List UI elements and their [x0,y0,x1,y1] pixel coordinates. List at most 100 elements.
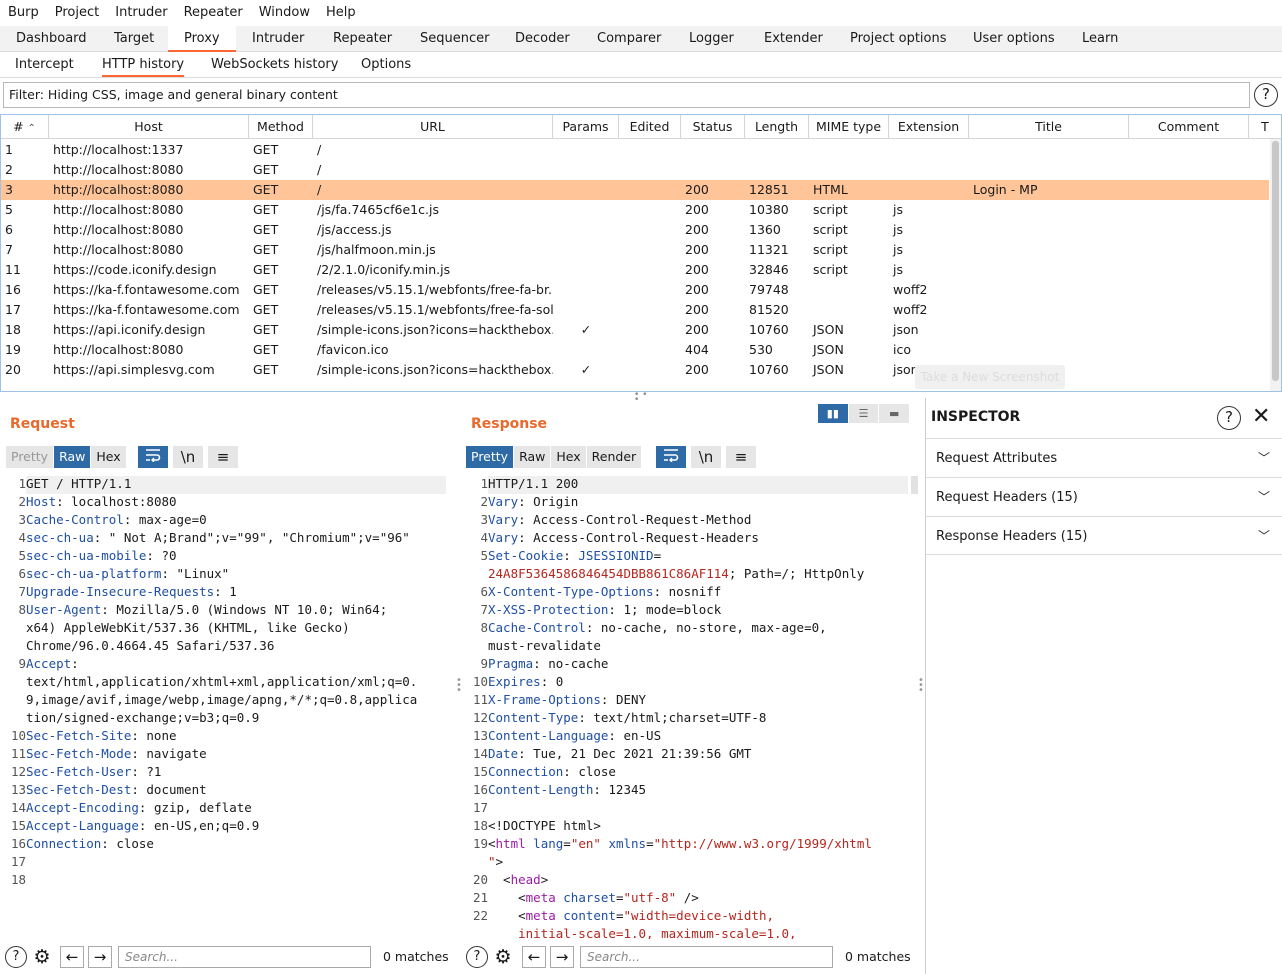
col-mime-type[interactable]: MIME type [809,115,889,139]
request-settings-gear-icon[interactable]: ⚙ [31,946,53,968]
col-host[interactable]: Host [49,115,249,139]
request-raw-button[interactable]: Raw [54,446,92,468]
table-row[interactable]: 6 http://localhost:8080 GET/js/access.js 20… [1,220,1269,240]
request-wrap-icon[interactable] [138,446,168,468]
menu-project[interactable]: Project [47,0,107,26]
tab-sequencer[interactable]: Sequencer [418,26,491,51]
inspector-help-icon[interactable]: ? [1217,406,1241,430]
request-search-next-icon[interactable]: → [88,946,112,968]
response-render-button[interactable]: Render [586,446,643,468]
response-newline-icon[interactable]: \n [691,446,721,468]
layout-single-icon[interactable]: ▬ [879,404,910,423]
response-scrollbar[interactable] [911,476,918,494]
response-line-number: 6 [480,584,488,599]
pane-divider-handle[interactable]: • • • [456,676,462,696]
menu-repeater[interactable]: Repeater [176,0,251,26]
request-search-input[interactable]: Search... [118,946,371,968]
tab-proxy[interactable]: Proxy [168,26,236,52]
request-line-number: 12 [10,764,26,779]
inspector-close-icon[interactable]: ✕ [1252,404,1270,429]
table-row[interactable]: 3 http://localhost:8080 GET / 200 12851 HTML Lo… [1,180,1269,200]
request-code-line: Sec-Fetch-User: ?1 [26,764,162,779]
table-row[interactable]: 1 http://localhost:1337 GET / [1,140,1269,160]
tab-options[interactable]: Options [361,52,411,77]
request-help-icon[interactable]: ? [5,946,27,968]
response-search-input[interactable]: Search... [580,946,833,968]
tab-intruder[interactable]: Intruder [250,26,306,51]
response-menu-icon[interactable]: ≡ [726,446,756,468]
inspector-request-headers[interactable]: Request Headers (15) ﹀ [926,477,1282,516]
response-help-icon[interactable]: ? [466,946,488,968]
menu-intruder[interactable]: Intruder [107,0,175,26]
col-status[interactable]: Status [681,115,745,139]
request-search-prev-icon[interactable]: ← [60,946,84,968]
tab-user-options[interactable]: User options [971,26,1057,51]
response-settings-gear-icon[interactable]: ⚙ [492,946,514,968]
cell-comment [1129,180,1249,200]
request-title: Request [10,416,75,432]
col-extension[interactable]: Extension [889,115,969,139]
tab-repeater[interactable]: Repeater [331,26,394,51]
response-line-number: 9 [480,656,488,671]
tab-learn[interactable]: Learn [1080,26,1120,51]
response-pretty-button[interactable]: Pretty [466,446,515,468]
tab-project-options[interactable]: Project options [848,26,949,51]
response-editor[interactable]: 1 HTTP/1.1 200 2 Vary: Origin 3 Vary: Access-… [468,476,910,939]
col-url[interactable]: URL [313,115,553,139]
tab-decoder[interactable]: Decoder [513,26,572,51]
request-newline-icon[interactable]: \n [173,446,203,468]
table-row[interactable]: 20 https://api.simplesvg.com GET/simple-ic… [1,360,1269,380]
response-wrap-icon[interactable] [656,446,686,468]
tab-target[interactable]: Target [112,26,156,51]
col-title[interactable]: Title [969,115,1129,139]
request-code-line: sec-ch-ua-mobile: ?0 [26,548,177,563]
table-scrollbar[interactable] [1270,139,1281,391]
response-raw-button[interactable]: Raw [514,446,552,468]
tab-dashboard[interactable]: Dashboard [14,26,89,51]
tab-http-history[interactable]: HTTP history [102,52,185,77]
table-row[interactable]: 5 http://localhost:8080 GET/js/fa.7465cf6e… [1,200,1269,220]
filter-help-icon[interactable]: ? [1254,83,1278,107]
table-row[interactable]: 18 https://api.iconify.design GET/simple-i… [1,320,1269,340]
inspector-response-headers[interactable]: Response Headers (15) ﹀ [926,516,1282,555]
tab-comparer[interactable]: Comparer [595,26,663,51]
response-hex-button[interactable]: Hex [551,446,587,468]
col-params[interactable]: Params [553,115,619,139]
request-pretty-button[interactable]: Pretty [6,446,55,468]
col-edited[interactable]: Edited [619,115,681,139]
tab-intercept[interactable]: Intercept [15,52,74,77]
tab-extender[interactable]: Extender [762,26,825,51]
layout-stacked-icon[interactable]: ☰ [848,404,879,423]
pane-splitter-handle[interactable]: • • • [634,391,648,405]
request-code-line: Upgrade-Insecure-Requests: 1 [26,584,237,599]
http-history-table[interactable]: # ⌃ Host Method URL Params Edited Status… [0,114,1282,392]
tab-websockets-history[interactable]: WebSockets history [211,52,338,77]
cell-num: 5 [5,202,13,217]
col-number[interactable]: # ⌃ [1,115,49,139]
col-length[interactable]: Length [745,115,809,139]
request-hex-button[interactable]: Hex [91,446,127,468]
table-row[interactable]: 11 https://code.iconify.design GET/2/2.1.0… [1,260,1269,280]
inspector-divider-handle[interactable]: • • • [918,676,924,696]
col-time[interactable]: T [1249,115,1281,139]
menu-burp[interactable]: Burp [0,0,47,26]
table-row[interactable]: 7 http://localhost:8080 GET/js/halfmoon.mi… [1,240,1269,260]
table-row[interactable]: 2 http://localhost:8080 GET / [1,160,1269,180]
response-search-prev-icon[interactable]: ← [522,946,546,968]
response-search-next-icon[interactable]: → [550,946,574,968]
menu-help[interactable]: Help [318,0,364,26]
request-editor[interactable]: 1 GET / HTTP/1.1 2 Host: localhost:8080 3 Cac… [6,476,448,939]
inspector-request-attributes[interactable]: Request Attributes ﹀ [926,438,1282,477]
filter-bar[interactable]: Filter: Hiding CSS, image and general bi… [3,82,1250,108]
col-comment[interactable]: Comment [1129,115,1249,139]
menu-window[interactable]: Window [251,0,318,26]
request-match-count: 0 matches [383,949,449,964]
table-row[interactable]: 19 http://localhost:8080 GET/favicon.ico 40… [1,340,1269,360]
col-method[interactable]: Method [249,115,313,139]
tab-logger[interactable]: Logger [687,26,736,51]
table-row[interactable]: 17 https://ka-f.fontawesome.com GET/releas… [1,300,1269,320]
request-menu-icon[interactable]: ≡ [208,446,238,468]
layout-side-by-side-icon[interactable]: ▮▮ [818,404,848,423]
scrollbar-thumb[interactable] [1272,141,1279,381]
table-row[interactable]: 16 https://ka-f.fontawesome.com GET/releas… [1,280,1269,300]
